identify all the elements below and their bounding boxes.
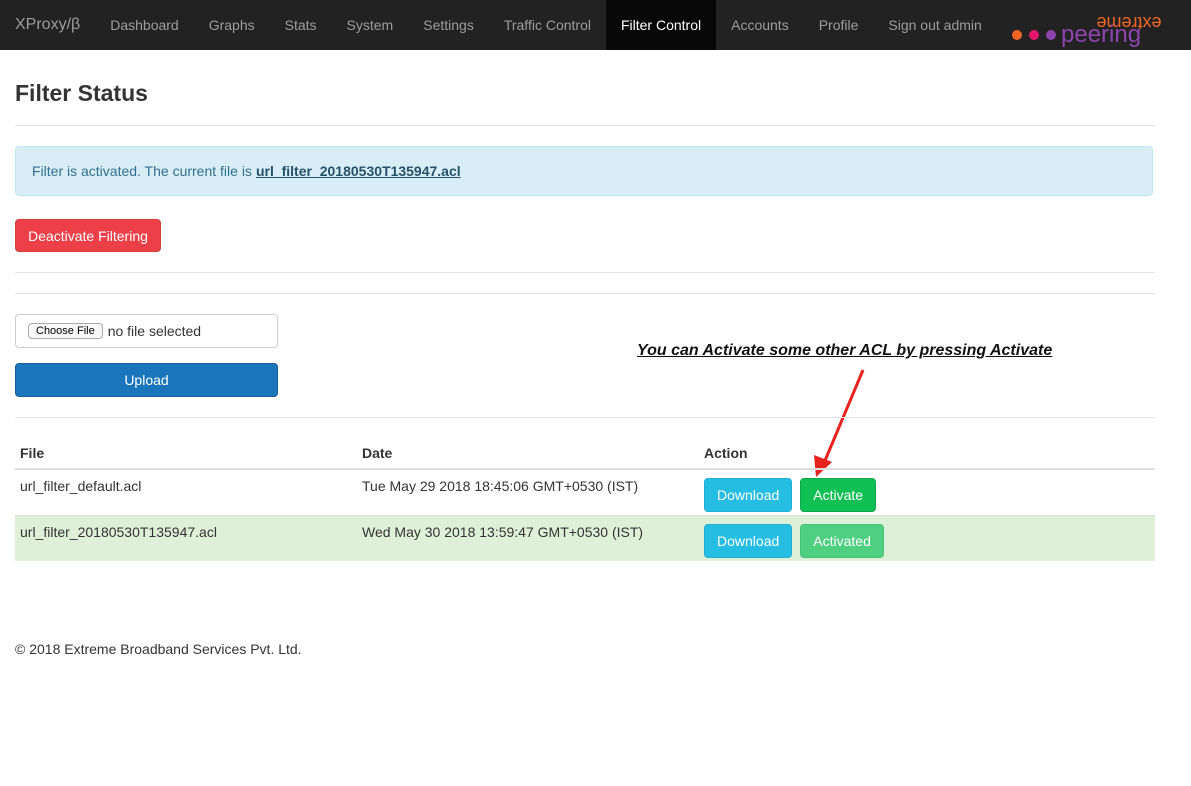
divider — [15, 293, 1155, 294]
divider — [15, 417, 1155, 418]
divider — [15, 125, 1155, 126]
deactivate-filtering-button[interactable]: Deactivate Filtering — [15, 219, 161, 252]
footer-copyright: © 2018 Extreme Broadband Services Pvt. L… — [15, 641, 302, 657]
extreme-peering-logo: extreme peering — [1012, 13, 1162, 48]
divider — [15, 272, 1155, 273]
table-row: url_filter_default.acl Tue May 29 2018 1… — [15, 468, 1155, 516]
column-header-date: Date — [357, 438, 699, 470]
download-button[interactable]: Download — [704, 524, 793, 558]
annotation-text: You can Activate some other ACL by press… — [637, 342, 1053, 359]
top-navbar: XProxy/β Dashboard Graphs Stats System S… — [0, 0, 1191, 50]
page-title: Filter Status — [15, 80, 148, 106]
choose-file-button[interactable]: Choose File — [28, 323, 103, 339]
nav-graphs[interactable]: Graphs — [194, 0, 270, 50]
alert-text: Filter is activated. The current file is — [32, 163, 252, 179]
nav-system[interactable]: System — [332, 0, 409, 50]
nav-traffic-control[interactable]: Traffic Control — [489, 0, 606, 50]
nav-accounts[interactable]: Accounts — [716, 0, 804, 50]
nav-sign-out[interactable]: Sign out admin — [873, 0, 996, 50]
file-input-status: no file selected — [107, 323, 202, 339]
file-input[interactable]: Choose File no file selected — [15, 314, 278, 348]
nav-filter-control[interactable]: Filter Control — [605, 0, 717, 50]
date-cell: Tue May 29 2018 18:45:06 GMT+0530 (IST) — [357, 468, 699, 516]
activated-button: Activated — [800, 524, 884, 558]
nav-dashboard[interactable]: Dashboard — [95, 0, 194, 50]
action-cell: Download Activated — [699, 515, 1155, 561]
nav-stats[interactable]: Stats — [270, 0, 332, 50]
date-cell: Wed May 30 2018 13:59:47 GMT+0530 (IST) — [357, 515, 699, 561]
nav-settings[interactable]: Settings — [408, 0, 489, 50]
action-cell: Download Activate — [699, 468, 1155, 516]
current-file-link[interactable]: url_filter_20180530T135947.acl — [256, 163, 461, 179]
filter-status-alert: Filter is activated. The current file is… — [15, 146, 1153, 196]
table-row: url_filter_20180530T135947.acl Wed May 3… — [15, 515, 1155, 561]
file-cell: url_filter_default.acl — [15, 468, 357, 516]
activate-button[interactable]: Activate — [800, 478, 877, 512]
filter-files-table: File Date Action url_filter_default.acl … — [15, 438, 1155, 561]
upload-button[interactable]: Upload — [15, 363, 278, 397]
column-header-action: Action — [699, 438, 1155, 470]
file-cell: url_filter_20180530T135947.acl — [15, 515, 357, 561]
svg-text:peering: peering — [1061, 21, 1141, 48]
brand-link[interactable]: XProxy/β — [0, 0, 95, 50]
column-header-file: File — [15, 438, 357, 470]
download-button[interactable]: Download — [704, 478, 793, 512]
nav-profile[interactable]: Profile — [804, 0, 874, 50]
